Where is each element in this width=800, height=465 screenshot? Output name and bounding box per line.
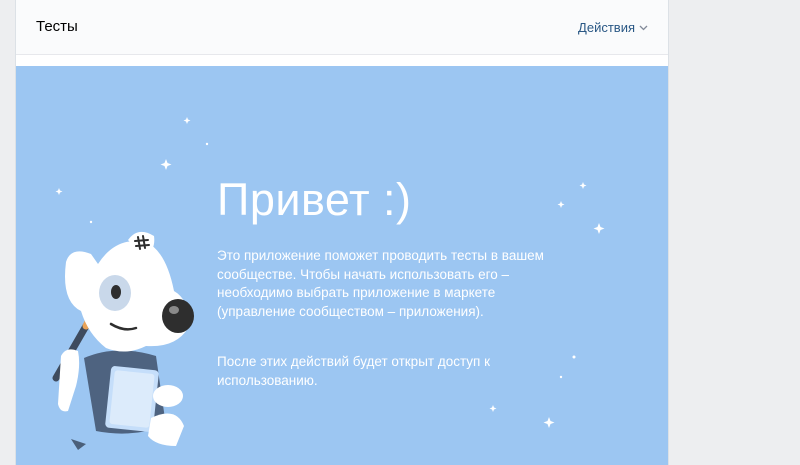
dog-mascot bbox=[52, 231, 194, 450]
sparkle-icon bbox=[183, 117, 191, 124]
greeting-heading: Привет :) bbox=[217, 174, 412, 225]
sparkle-icon bbox=[55, 188, 63, 195]
sparkle-icon bbox=[205, 142, 209, 146]
intro-paragraph: Это приложение поможет проводить тесты в… bbox=[217, 248, 544, 319]
actions-dropdown[interactable]: Действия bbox=[578, 20, 648, 35]
welcome-banner: Привет :) Это приложение поможет проводи… bbox=[16, 66, 668, 465]
sparkle-icon bbox=[89, 220, 93, 224]
access-paragraph: После этих действий будет открыт доступ … bbox=[217, 354, 491, 388]
chevron-down-icon bbox=[639, 25, 648, 30]
sparkle-icon bbox=[579, 182, 587, 189]
sparkle-icon bbox=[160, 159, 172, 170]
actions-label: Действия bbox=[578, 20, 635, 35]
panel-header: Тесты Действия bbox=[16, 0, 668, 55]
sparkle-icon bbox=[543, 417, 555, 428]
sparkle-icon bbox=[557, 201, 565, 208]
sparkle-icon bbox=[593, 223, 605, 234]
app-panel: Тесты Действия Привет:) Это приложение … bbox=[15, 0, 669, 465]
page-title: Тесты bbox=[36, 18, 78, 35]
sparkle-icon bbox=[489, 405, 497, 412]
